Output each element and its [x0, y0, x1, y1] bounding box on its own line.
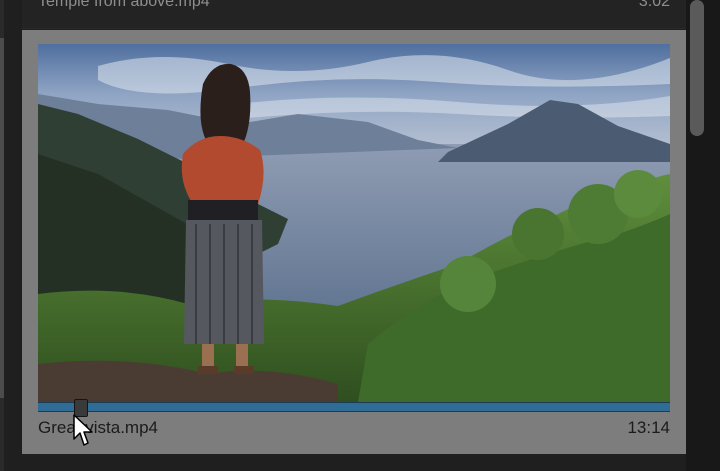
left-panel-edge	[0, 0, 4, 471]
thumbnail-scene	[38, 44, 670, 402]
clip-duration: 3:02	[638, 0, 670, 10]
arrow-cursor-icon	[73, 414, 93, 446]
scrub-bar[interactable]	[38, 402, 670, 412]
scrollbar-thumb[interactable]	[690, 0, 704, 136]
left-panel-lip	[0, 38, 4, 398]
clip-title: Temple from above.mp4	[38, 0, 210, 10]
clip-item-selected[interactable]: Great vista.mp4 13:14	[22, 30, 686, 454]
clip-item-previous[interactable]: Temple from above.mp4 3:02	[22, 0, 686, 29]
clip-name: Great vista.mp4	[38, 418, 158, 437]
clip-duration: 13:14	[627, 418, 670, 437]
video-thumbnail[interactable]	[38, 44, 670, 402]
